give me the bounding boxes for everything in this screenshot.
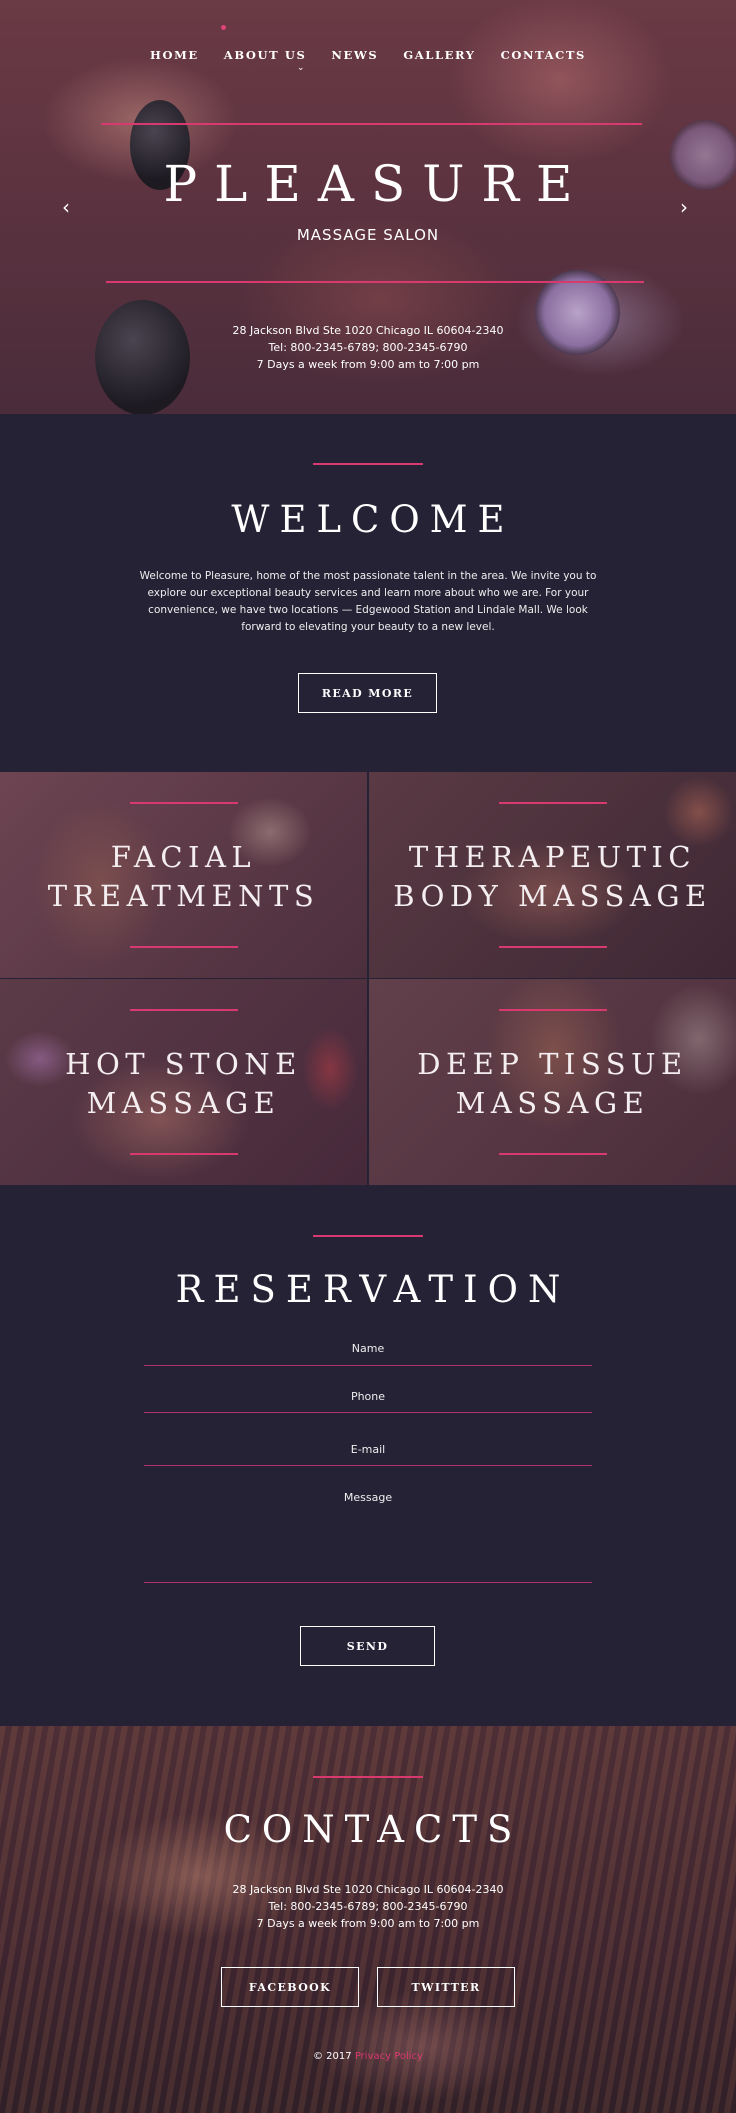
service-title-line2: BODY MASSAGE (393, 879, 712, 913)
contacts-address: 28 Jackson Blvd Ste 1020 Chicago IL 6060… (232, 1883, 504, 1896)
hero-contact-info: 28 Jackson Blvd Ste 1020 Chicago IL 6060… (0, 322, 736, 373)
service-title-line1: DEEP TISSUE (417, 1047, 688, 1081)
prev-arrow-icon[interactable]: ‹ (62, 195, 70, 219)
contacts-phone: Tel: 800-2345-6789; 800-2345-6790 (268, 1900, 468, 1913)
next-arrow-icon[interactable]: › (680, 195, 688, 219)
chevron-down-icon[interactable]: ⌄ (297, 63, 305, 73)
hero-title: PLEASURE (163, 155, 590, 213)
nav-about-us[interactable]: ABOUT US (224, 48, 307, 62)
welcome-divider (313, 463, 423, 465)
welcome-text: Welcome to Pleasure, home of the most pa… (139, 570, 597, 633)
welcome-section: WELCOME Welcome to Pleasure, home of the… (0, 414, 736, 772)
phone-field[interactable]: Phone (0, 1390, 736, 1403)
tile-bottom-line (130, 1153, 238, 1155)
service-title-line1: HOT STONE (65, 1047, 302, 1081)
tile-bottom-line (499, 1153, 607, 1155)
twitter-button[interactable]: TWITTER (377, 1967, 515, 2007)
tile-top-line (499, 1009, 607, 1011)
nav-home[interactable]: HOME (150, 48, 199, 62)
message-field-underline (144, 1582, 592, 1583)
service-tile-therapeutic[interactable]: THERAPEUTIC BODY MASSAGE (369, 772, 736, 978)
contacts-info: 28 Jackson Blvd Ste 1020 Chicago IL 6060… (0, 1881, 736, 1932)
message-field[interactable]: Message (0, 1491, 736, 1504)
copyright-text: © 2017 (313, 2051, 352, 2062)
service-tile-facial[interactable]: FACIAL TREATMENTS (0, 772, 367, 978)
nav-contacts[interactable]: CONTACTS (501, 48, 586, 62)
active-nav-dot (221, 25, 226, 30)
hero-hours: 7 Days a week from 9:00 am to 7:00 pm (256, 358, 480, 371)
contacts-divider (313, 1776, 423, 1778)
reservation-divider (313, 1235, 423, 1237)
nav-gallery[interactable]: GALLERY (403, 48, 475, 62)
reservation-section: RESERVATION Name Phone E-mail Message SE… (0, 1186, 736, 1726)
nav-news[interactable]: NEWS (331, 48, 378, 62)
send-button[interactable]: SEND (300, 1626, 435, 1666)
email-field[interactable]: E-mail (0, 1443, 736, 1456)
hero-bottom-divider (106, 281, 644, 283)
tile-top-line (499, 802, 607, 804)
hero-phone: Tel: 800-2345-6789; 800-2345-6790 (268, 341, 468, 354)
tile-bottom-line (130, 946, 238, 948)
service-title-line2: MASSAGE (86, 1086, 281, 1120)
name-field[interactable]: Name (0, 1342, 736, 1355)
hero-subtitle: MASSAGE SALON (296, 226, 440, 244)
read-more-button[interactable]: READ MORE (298, 673, 437, 713)
tile-bottom-line (499, 946, 607, 948)
service-title-line1: FACIAL (110, 840, 257, 874)
service-title-line2: TREATMENTS (47, 879, 320, 913)
footer-copyright: © 2017 Privacy Policy (0, 2051, 736, 2062)
phone-field-underline (144, 1412, 592, 1413)
name-field-underline (144, 1365, 592, 1366)
service-title-line1: THERAPEUTIC (408, 840, 697, 874)
tile-top-line (130, 802, 238, 804)
facebook-button[interactable]: FACEBOOK (221, 1967, 359, 2007)
main-nav: HOME ABOUT US NEWS GALLERY CONTACTS (0, 48, 736, 62)
email-field-underline (144, 1465, 592, 1466)
privacy-policy-link[interactable]: Privacy Policy (355, 2051, 423, 2062)
contacts-title: CONTACTS (223, 1808, 523, 1851)
service-tile-hot-stone[interactable]: HOT STONE MASSAGE (0, 979, 367, 1185)
hero-top-divider (101, 123, 642, 125)
hero-address: 28 Jackson Blvd Ste 1020 Chicago IL 6060… (232, 324, 504, 337)
reservation-title: RESERVATION (175, 1268, 571, 1311)
contacts-section: CONTACTS 28 Jackson Blvd Ste 1020 Chicag… (0, 1726, 736, 2113)
welcome-title: WELCOME (231, 498, 515, 541)
hero-section: HOME ABOUT US NEWS GALLERY CONTACTS ⌄ PL… (0, 0, 736, 414)
tile-top-line (130, 1009, 238, 1011)
contacts-hours: 7 Days a week from 9:00 am to 7:00 pm (256, 1917, 480, 1930)
service-title-line2: MASSAGE (455, 1086, 650, 1120)
service-tile-deep-tissue[interactable]: DEEP TISSUE MASSAGE (369, 979, 736, 1185)
